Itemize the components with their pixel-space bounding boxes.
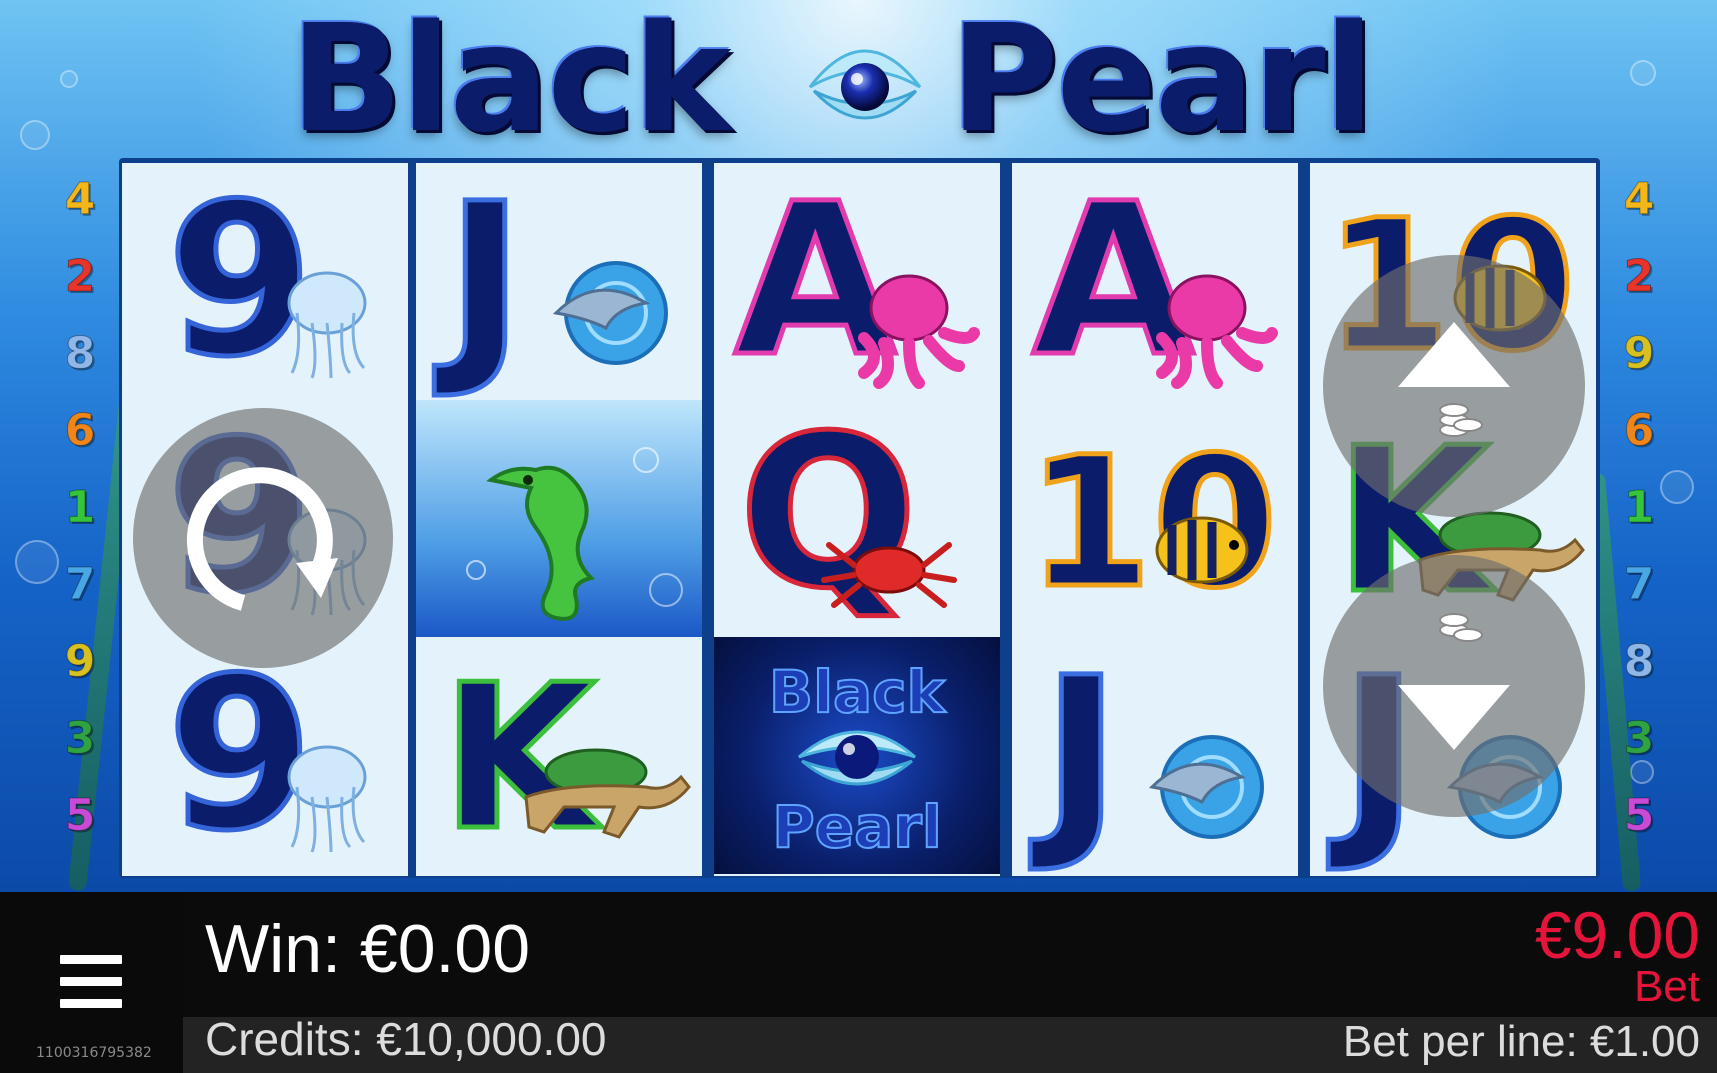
payline-number[interactable]: 7: [48, 559, 112, 610]
bubble-decoration: [60, 70, 78, 88]
payline-number[interactable]: 1: [1607, 482, 1671, 533]
fish-icon: [1155, 516, 1249, 584]
credits-amount: Credits: €10,000.00: [205, 1013, 607, 1065]
bet-increase-button[interactable]: [1323, 255, 1585, 517]
svg-text:Q: Q: [739, 400, 918, 635]
svg-text:9: 9: [167, 637, 313, 874]
wild-text-pearl: Pearl: [772, 793, 941, 861]
bet-decrease-button[interactable]: [1323, 555, 1585, 817]
svg-text:J: J: [1030, 637, 1120, 874]
seahorse-icon: [466, 447, 683, 621]
bubble-decoration: [1630, 60, 1656, 86]
reel-3: A Q Black Pearl: [714, 163, 1000, 876]
menu-button[interactable]: [60, 955, 122, 1009]
svg-text:10: 10: [1027, 419, 1278, 628]
autospin-button[interactable]: [133, 408, 393, 668]
payline-number[interactable]: 8: [1607, 636, 1671, 687]
payline-number[interactable]: 3: [1607, 713, 1671, 764]
bubble-decoration: [20, 120, 50, 150]
autospin-icon: [186, 467, 338, 611]
symbol-J-dolphin: J: [1012, 637, 1298, 874]
payline-number[interactable]: 3: [48, 713, 112, 764]
symbol-Q-crab: Q: [714, 400, 1000, 637]
symbol-K-turtle: K: [416, 637, 702, 874]
symbol-A-octopus: A: [1012, 163, 1298, 400]
bet-decrease-icon: [1398, 613, 1510, 750]
svg-text:9: 9: [167, 163, 313, 400]
payline-number[interactable]: 6: [1607, 405, 1671, 456]
bet-increase-icon: [1398, 322, 1510, 437]
symbol-J-dolphin: J: [416, 163, 702, 400]
reel-4: A 10 J: [1012, 163, 1298, 876]
payline-number[interactable]: 7: [1607, 559, 1671, 610]
logo-word-pearl: Pearl: [950, 0, 1374, 165]
logo-word-black: Black: [290, 0, 732, 165]
symbol-black-pearl-wild: Black Pearl: [714, 637, 1000, 874]
payline-number[interactable]: 9: [48, 636, 112, 687]
payline-number[interactable]: 5: [1607, 790, 1671, 841]
bet-label: Bet: [1633, 962, 1700, 1011]
payline-number[interactable]: 9: [1607, 328, 1671, 379]
payline-number[interactable]: 8: [48, 328, 112, 379]
turtle-icon: [524, 748, 691, 839]
symbol-seahorse: [416, 400, 702, 637]
bet-per-line: Bet per line: €1.00: [1342, 1017, 1700, 1066]
payline-number[interactable]: 5: [48, 790, 112, 841]
game-logo: Black Pearl: [290, 0, 1440, 160]
svg-text:J: J: [434, 163, 524, 400]
symbol-9-jellyfish: 9: [122, 637, 408, 874]
payline-number[interactable]: 2: [48, 251, 112, 302]
payline-number[interactable]: 6: [48, 405, 112, 456]
game-id: 1100316795382: [36, 1045, 152, 1061]
dolphin-icon: [552, 261, 668, 365]
reel-2: J K: [416, 163, 702, 876]
symbol-9-jellyfish: 9: [122, 163, 408, 400]
payline-number[interactable]: 4: [48, 174, 112, 225]
symbol-A-octopus: A: [714, 163, 1000, 400]
pearl-shell-icon: [798, 730, 916, 786]
wild-text-black: Black: [769, 658, 947, 726]
payline-number[interactable]: 2: [1607, 251, 1671, 302]
win-amount: Win: €0.00: [205, 911, 531, 987]
pearl-shell-icon: [808, 49, 922, 120]
symbol-10-fish: 10: [1012, 400, 1298, 637]
payline-number[interactable]: 4: [1607, 174, 1671, 225]
payline-number[interactable]: 1: [48, 482, 112, 533]
